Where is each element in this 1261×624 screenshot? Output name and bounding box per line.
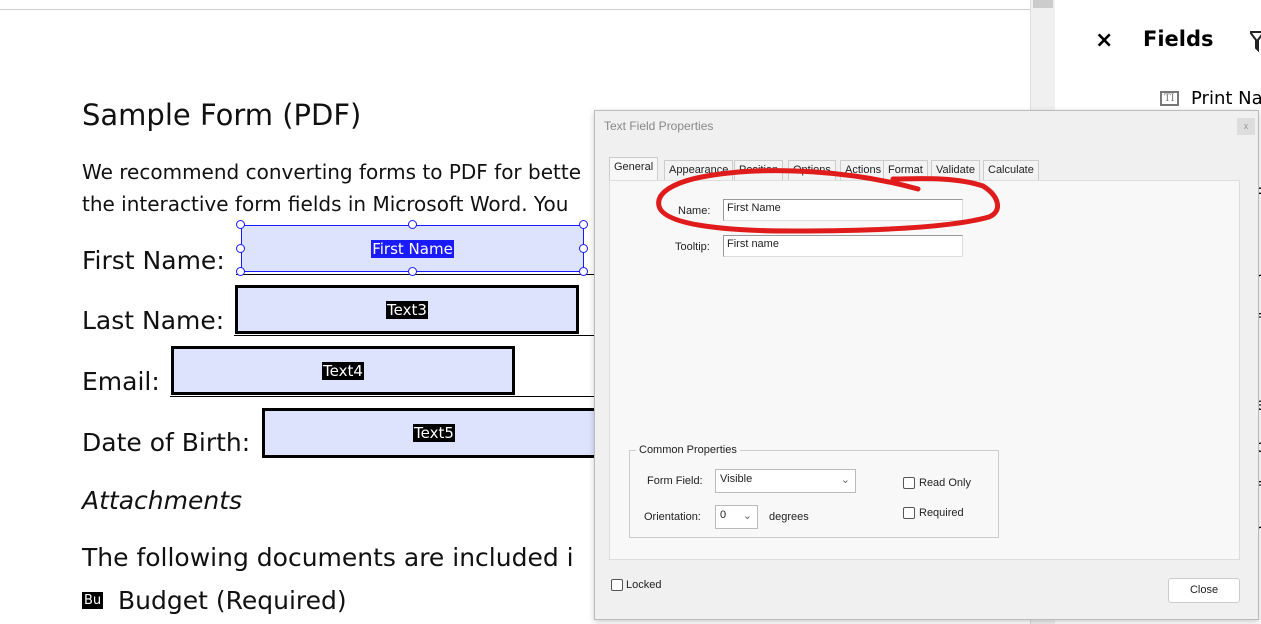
locked-checkbox[interactable] [611, 579, 623, 591]
page-title: Sample Form (PDF) [82, 98, 362, 132]
field-name: Text3 [386, 300, 428, 319]
filter-icon[interactable] [1248, 30, 1261, 56]
fields-title: Fields [1143, 27, 1214, 51]
required-label: Required [919, 507, 964, 519]
form-field-dob[interactable]: Text5 [262, 408, 606, 458]
degrees-label: degrees [769, 511, 809, 523]
paragraph: The following documents are included i [82, 543, 574, 572]
divider [0, 9, 1030, 10]
attachments-heading: Attachments [82, 486, 243, 515]
field-name: Text5 [413, 424, 455, 442]
label-email: Email: [82, 367, 160, 396]
close-icon[interactable]: × [1095, 28, 1113, 53]
required-checkbox[interactable] [903, 507, 915, 519]
label-first-name: First Name: [82, 246, 225, 275]
orientation-select[interactable]: 0 ⌄ [715, 505, 758, 529]
close-button[interactable]: Close [1168, 578, 1240, 603]
common-properties-group [629, 450, 999, 538]
read-only-label: Read Only [919, 477, 971, 489]
select-value: Visible [720, 473, 753, 485]
paragraph: the interactive form fields in Microsoft… [82, 192, 569, 216]
common-properties-title: Common Properties [636, 444, 740, 456]
budget-label: Budget (Required) [118, 586, 347, 615]
budget-field-icon[interactable]: Bu [82, 592, 104, 609]
read-only-checkbox[interactable] [903, 477, 915, 489]
text-field-icon: TI [1160, 91, 1179, 106]
form-field-label: Form Field: [647, 475, 703, 487]
field-name: First Name [371, 239, 454, 258]
select-value: 0 [720, 509, 727, 521]
form-field-email[interactable]: Text4 [171, 346, 515, 395]
label-dob: Date of Birth: [82, 428, 251, 457]
field-name: Text4 [322, 361, 364, 380]
chevron-down-icon: ⌄ [742, 510, 752, 522]
red-annotation-circle [656, 168, 1000, 234]
locked-label: Locked [626, 579, 662, 591]
orientation-label: Orientation: [644, 511, 701, 523]
dialog-title: Text Field Properties [604, 119, 714, 133]
form-field-last-name[interactable]: Text3 [235, 285, 579, 334]
paragraph: We recommend converting forms to PDF for… [82, 160, 581, 184]
chevron-down-icon: ⌄ [840, 474, 850, 486]
label-last-name: Last Name: [82, 306, 225, 335]
text-field-properties-dialog: Text Field Properties x General Appearan… [594, 110, 1259, 620]
dialog-close-icon[interactable]: x [1237, 118, 1255, 135]
field-list-item[interactable]: Print Na [1191, 88, 1261, 109]
tooltip-label: Tooltip: [675, 241, 710, 253]
form-field-select[interactable]: Visible ⌄ [715, 469, 856, 493]
form-field-first-name[interactable]: First Name [241, 225, 584, 272]
scrollbar-thumb[interactable] [1033, 0, 1053, 8]
tab-general[interactable]: General [609, 157, 659, 181]
